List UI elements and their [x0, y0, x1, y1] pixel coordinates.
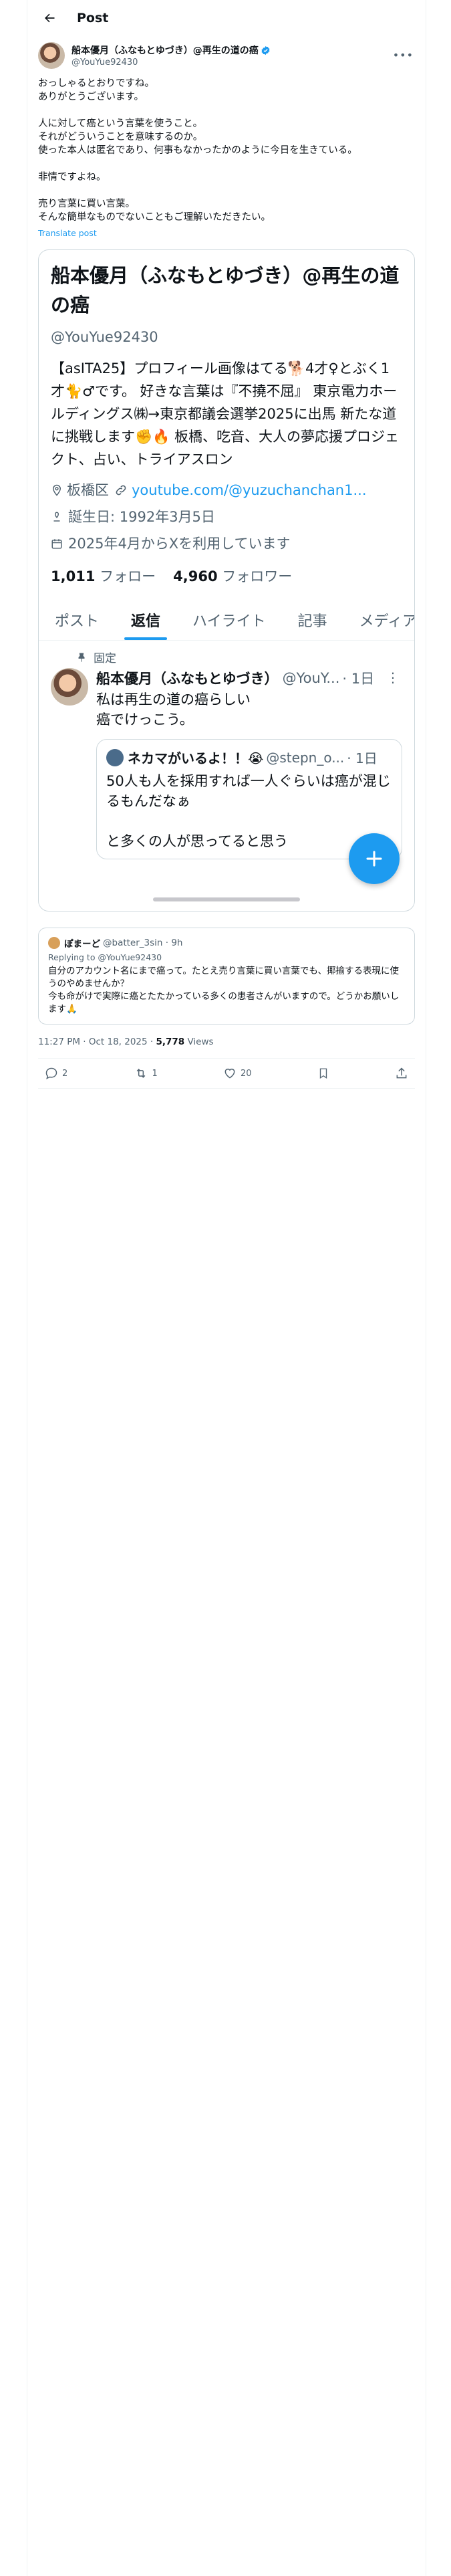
main-column: Post 船本優月（ふなもとゆづき）@再生の道の癌 @YouYue92430 •… — [27, 0, 426, 2576]
quoted-post-name: ネカマがいるよ！！😭 — [128, 750, 264, 766]
quoted-reply-avatar — [48, 937, 60, 949]
repost-button[interactable]: 1 — [134, 1067, 158, 1080]
pinned-reply: 船本優月（ふなもとゆづき） @YouY... · 1日 私は再生の道の癌らしい … — [39, 665, 414, 859]
link-icon — [116, 485, 126, 496]
compose-fab-icon — [349, 833, 400, 884]
following-label: フォロー — [100, 568, 156, 584]
post-timestamp: 11:27 PM · Oct 18, 2025 · 5,778 Views — [27, 1025, 426, 1047]
post-paragraph: おっしゃるとおりですね。 ありがとうございます。 — [38, 78, 154, 102]
post-time[interactable]: 11:27 PM · Oct 18, 2025 · — [38, 1037, 156, 1047]
tab-replies: 返信 — [115, 599, 176, 640]
tab-posts: ポスト — [55, 613, 100, 630]
post-paragraph: 非情ですよね。 — [38, 172, 106, 183]
card-profile-bio: 【asITA25】プロフィール画像はてる🐕4才♀とぶく1才🐈♂です。 好きな言葉… — [51, 360, 399, 467]
pinned-reply-more-icon: ⋮ — [386, 669, 400, 685]
following-count: 1,011 — [51, 568, 96, 584]
more-options-icon[interactable]: ••• — [393, 49, 414, 62]
arrow-left-icon — [45, 13, 55, 22]
tab-highlights: ハイライト — [192, 613, 266, 630]
followers-label: フォロワー — [222, 568, 293, 584]
card-profile-tabs: ポスト 返信 ハイライト 記事 メディア — [39, 599, 414, 641]
views-label: Views — [184, 1037, 214, 1047]
like-button[interactable]: 20 — [223, 1067, 252, 1080]
post-paragraph: 人に対して癌という言葉を使うこと。 それがどういうことを意味するのか。 使った本… — [38, 118, 357, 156]
card-birthday: 誕生日: 1992年3月5日 — [68, 509, 215, 525]
card-link: youtube.com/@yuzuchanchan1... — [132, 482, 367, 498]
verified-badge-icon — [261, 45, 270, 55]
bookmark-button[interactable] — [317, 1067, 329, 1080]
post-text: おっしゃるとおりですね。 ありがとうございます。 人に対して癌という言葉を使うこ… — [27, 69, 426, 240]
page-title: Post — [77, 10, 109, 25]
quoted-reply-text: 自分のアカウント名にまで癌って。たとえ売り言葉に買い言葉でも、揶揄する表現に使う… — [48, 966, 400, 1014]
post-paragraph: 売り言葉に買い言葉。 そんな簡単なものでないこともご理解いただきたい。 — [38, 199, 271, 223]
share-icon — [396, 1067, 407, 1079]
pinned-reply-handle: @YouY... — [282, 670, 340, 686]
pinned-reply-date: · 1日 — [342, 671, 375, 687]
top-bar: Post — [27, 0, 426, 35]
pinned-reply-avatar — [51, 668, 88, 706]
card-profile-meta: 板橋区 youtube.com/@yuzuchanchan1... 誕生日: 1… — [39, 471, 414, 555]
quoted-reply-handle: @batter_3sin · 9h — [103, 938, 183, 948]
author-name[interactable]: 船本優月（ふなもとゆづき）@再生の道の癌 — [71, 43, 259, 57]
translate-link[interactable]: Translate post — [38, 227, 415, 240]
card-profile-name: 船本優月（ふなもとゆづき）@再生の道の癌 — [51, 264, 400, 316]
bookmark-icon — [319, 1068, 327, 1079]
location-icon — [52, 484, 61, 496]
reply-button[interactable]: 2 — [45, 1067, 67, 1080]
like-count: 20 — [241, 1068, 252, 1079]
home-indicator — [153, 897, 300, 901]
quoted-reply-card[interactable]: ぽまーど @batter_3sin · 9h Replying to @YouY… — [38, 928, 415, 1025]
reply-icon — [45, 1067, 57, 1079]
quoted-reply-name: ぽまーど — [64, 939, 100, 950]
reply-count: 2 — [62, 1068, 68, 1079]
followers-count: 4,960 — [173, 568, 218, 584]
views-count: 5,778 — [156, 1037, 185, 1047]
card-joined: 2025年4月からXを利用しています — [68, 536, 291, 552]
tab-media: メディア — [359, 613, 415, 630]
quoted-post-date: · 1日 — [347, 750, 378, 766]
pinned-reply-text: 私は再生の道の癌らしい 癌でけっこう。 — [96, 691, 251, 728]
card-follow-stats: 1,011 フォロー 4,960 フォロワー — [39, 559, 414, 586]
quoted-post-avatar — [106, 748, 124, 766]
back-button[interactable] — [38, 7, 61, 29]
profile-screenshot-card[interactable]: 船本優月（ふなもとゆづき）@再生の道の癌 @YouYue92430 【asITA… — [38, 249, 415, 911]
post-author: 船本優月（ふなもとゆづき）@再生の道の癌 @YouYue92430 ••• — [27, 35, 426, 69]
pinned-indicator: 固定 — [39, 641, 414, 665]
repost-icon — [136, 1069, 145, 1078]
tab-articles: 記事 — [297, 613, 327, 630]
share-button[interactable] — [395, 1067, 408, 1080]
pin-icon — [78, 653, 85, 662]
action-bar: 2 1 20 — [27, 1059, 426, 1088]
repost-count: 1 — [152, 1068, 158, 1079]
author-avatar[interactable] — [38, 42, 65, 69]
quoted-post-text: 50人も人を採用すれば一人ぐらいは癌が混じるもんだなぁ と多くの人が思ってると思… — [106, 773, 391, 849]
birthday-icon — [53, 512, 60, 522]
divider — [38, 1088, 415, 1089]
quoted-post-handle: @stepn_o... — [266, 749, 345, 766]
card-profile-handle: @YouYue92430 — [51, 329, 158, 345]
pinned-reply-name: 船本優月（ふなもとゆづき） — [96, 671, 279, 687]
card-location: 板橋区 — [67, 482, 109, 498]
pinned-label: 固定 — [94, 652, 116, 665]
quoted-reply-context: Replying to @YouYue92430 — [48, 952, 162, 962]
calendar-icon — [51, 539, 62, 549]
author-handle[interactable]: @YouYue92430 — [71, 58, 271, 68]
heart-icon — [224, 1069, 235, 1079]
